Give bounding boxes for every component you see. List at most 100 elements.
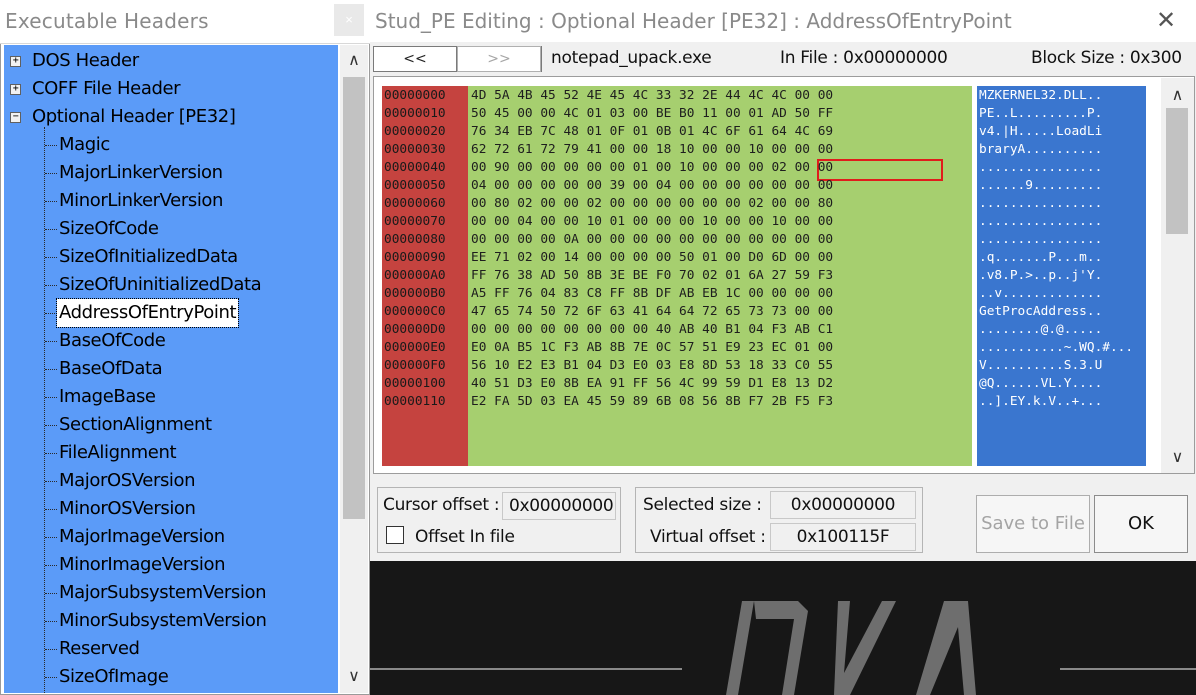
hex-byte-row[interactable]: A5 FF 76 04 83 C8 FF 8B DF AB EB 1C 00 0… bbox=[471, 285, 833, 303]
tree-item-label: AddressOfEntryPoint bbox=[55, 298, 240, 328]
tree-node[interactable]: − Optional Header [PE32] bbox=[4, 103, 338, 131]
tree-leaf[interactable]: SizeOfImage bbox=[4, 663, 338, 691]
scroll-down-arrow-icon[interactable]: ∨ bbox=[1161, 444, 1194, 472]
ascii-row[interactable]: GetProcAddress.. bbox=[979, 303, 1102, 321]
ascii-row[interactable]: ................ bbox=[979, 231, 1102, 249]
tree-leaf[interactable]: BaseOfData bbox=[4, 355, 338, 383]
scroll-down-arrow-icon[interactable]: ∨ bbox=[340, 663, 368, 691]
hex-address: 00000080 bbox=[384, 232, 446, 247]
tree-leaf[interactable]: MinorLinkerVersion bbox=[4, 187, 338, 215]
header-tree: + DOS Header + COFF File Header − Optional He… bbox=[4, 45, 338, 693]
ascii-row[interactable]: V..........S.3.U bbox=[979, 357, 1102, 375]
tree-scrollbar[interactable]: ∧ ∨ bbox=[340, 45, 368, 693]
hex-byte-row[interactable]: 62 72 61 72 79 41 00 00 18 10 00 00 10 0… bbox=[471, 141, 833, 159]
tree-leaf[interactable]: Magic bbox=[4, 131, 338, 159]
previous-block-button[interactable]: << bbox=[373, 46, 457, 72]
tree-item-label: MajorOSVersion bbox=[59, 470, 196, 491]
hex-byte-row[interactable]: 50 45 00 00 4C 01 03 00 BE B0 11 00 01 A… bbox=[471, 105, 833, 123]
hex-byte-row[interactable]: FF 76 38 AD 50 8B 3E BE F0 70 02 01 6A 2… bbox=[471, 267, 833, 285]
ascii-row[interactable]: .v8.P.>..p..j'Y. bbox=[979, 267, 1102, 285]
hex-byte-row[interactable]: 00 90 00 00 00 00 00 01 00 10 00 00 00 0… bbox=[471, 159, 833, 177]
ok-button[interactable]: OK bbox=[1094, 495, 1188, 553]
collapse-icon[interactable]: − bbox=[10, 112, 21, 123]
hex-byte-row[interactable]: E2 FA 5D 03 EA 45 59 89 6B 08 56 8B F7 2… bbox=[471, 393, 833, 411]
ascii-row[interactable]: MZKERNEL32.DLL.. bbox=[979, 87, 1102, 105]
hex-byte-row[interactable]: 00 00 04 00 00 10 01 00 00 00 10 00 00 1… bbox=[471, 213, 833, 231]
ascii-row[interactable]: ...........~.WQ.#... bbox=[979, 339, 1133, 357]
hex-byte-row[interactable]: 56 10 E2 E3 B1 04 D3 E0 03 E8 8D 53 18 3… bbox=[471, 357, 833, 375]
tree-connector bbox=[45, 313, 57, 314]
tree-leaf[interactable]: SizeOfInitializedData bbox=[4, 243, 338, 271]
tree-leaf[interactable]: Reserved bbox=[4, 635, 338, 663]
ascii-row[interactable]: braryA.......... bbox=[979, 141, 1102, 159]
expand-icon[interactable]: + bbox=[10, 56, 21, 67]
ascii-row[interactable]: ................ bbox=[979, 159, 1102, 177]
tree-leaf[interactable]: FileAlignment bbox=[4, 439, 338, 467]
tree-connector bbox=[45, 201, 57, 202]
selected-size-field[interactable]: 0x00000000 bbox=[770, 491, 916, 519]
ascii-row[interactable]: ..].EY.k.V..+... bbox=[979, 393, 1102, 411]
hex-address: 00000050 bbox=[384, 178, 446, 193]
virtual-offset-field[interactable]: 0x100115F bbox=[770, 523, 916, 551]
tree-leaf[interactable]: AddressOfEntryPoint bbox=[4, 298, 338, 328]
tree-connector bbox=[45, 369, 57, 370]
hex-bytes-column[interactable]: 4D 5A 4B 45 52 4E 45 4C 33 32 2E 44 4C 4… bbox=[468, 86, 972, 466]
cursor-offset-field[interactable]: 0x00000000 bbox=[502, 492, 616, 520]
tree-leaf[interactable]: SizeOfUninitializedData bbox=[4, 271, 338, 299]
tree-leaf[interactable]: MinorOSVersion bbox=[4, 495, 338, 523]
hex-byte-row[interactable]: 00 00 00 00 0A 00 00 00 00 00 00 00 00 0… bbox=[471, 231, 833, 249]
ascii-column[interactable]: MZKERNEL32.DLL.. PE..L.........P. v4.|H...… bbox=[977, 86, 1146, 466]
hex-byte-row[interactable]: E0 0A B5 1C F3 AB 8B 7E 0C 57 51 E9 23 E… bbox=[471, 339, 833, 357]
hex-byte-row[interactable]: 4D 5A 4B 45 52 4E 45 4C 33 32 2E 44 4C 4… bbox=[471, 87, 833, 105]
hex-byte-row[interactable]: 00 80 02 00 00 02 00 00 00 00 00 00 02 0… bbox=[471, 195, 833, 213]
tree-leaf[interactable]: MajorImageVersion bbox=[4, 523, 338, 551]
save-to-file-button[interactable]: Save to File bbox=[976, 495, 1090, 553]
ascii-row[interactable]: PE..L.........P. bbox=[979, 105, 1102, 123]
hex-scrollbar[interactable]: ∧ ∨ bbox=[1161, 78, 1194, 473]
hex-byte-row[interactable]: 47 65 74 50 72 6F 63 41 64 64 72 65 73 7… bbox=[471, 303, 833, 321]
hex-editor[interactable]: 00000000 00000010 00000020 00000030 00000040… bbox=[373, 76, 1195, 474]
tree-leaf[interactable]: MajorOSVersion bbox=[4, 467, 338, 495]
background-graphic bbox=[370, 561, 1196, 695]
scrollbar-thumb[interactable] bbox=[343, 77, 365, 519]
ascii-row[interactable]: ................ bbox=[979, 195, 1102, 213]
hex-byte-row[interactable]: EE 71 02 00 14 00 00 00 00 50 01 00 D0 6… bbox=[471, 249, 833, 267]
ascii-row[interactable]: ........@.@..... bbox=[979, 321, 1102, 339]
tree-leaf[interactable]: MinorSubsystemVersion bbox=[4, 607, 338, 635]
tree-leaf[interactable]: SectionAlignment bbox=[4, 411, 338, 439]
tree-leaf[interactable]: ImageBase bbox=[4, 383, 338, 411]
tree-leaf[interactable]: MajorSubsystemVersion bbox=[4, 579, 338, 607]
offset-in-file-label: Offset In file bbox=[415, 527, 515, 547]
ascii-row[interactable]: @Q......VL.Y.... bbox=[979, 375, 1102, 393]
tree-leaf[interactable]: SizeOfCode bbox=[4, 215, 338, 243]
tree-item-label: DOS Header bbox=[32, 50, 139, 71]
close-button[interactable]: × bbox=[334, 4, 364, 36]
next-block-button[interactable]: >> bbox=[457, 46, 541, 72]
hex-address: 00000070 bbox=[384, 214, 446, 229]
tree-node[interactable]: + DOS Header bbox=[4, 47, 338, 75]
close-icon[interactable]: ✕ bbox=[1150, 5, 1182, 37]
ascii-row[interactable]: ......9......... bbox=[979, 177, 1102, 195]
tree-leaf[interactable]: MinorImageVersion bbox=[4, 551, 338, 579]
expand-icon[interactable]: + bbox=[10, 84, 21, 95]
tree-node[interactable]: + COFF File Header bbox=[4, 75, 338, 103]
tree-item-label: SizeOfInitializedData bbox=[59, 246, 238, 267]
scroll-up-arrow-icon[interactable]: ∧ bbox=[340, 47, 368, 75]
hex-byte-row[interactable]: 00 00 00 00 00 00 00 00 40 AB 40 B1 04 F… bbox=[471, 321, 833, 339]
tree-item-label: SizeOfImage bbox=[59, 666, 169, 687]
selected-size-label: Selected size : bbox=[643, 495, 762, 515]
ascii-row[interactable]: v4.|H.....LoadLi bbox=[979, 123, 1102, 141]
ascii-row[interactable]: .q.......P...m.. bbox=[979, 249, 1102, 267]
scrollbar-thumb[interactable] bbox=[1166, 108, 1188, 234]
hex-byte-row[interactable]: 76 34 EB 7C 48 01 0F 01 0B 01 4C 6F 61 6… bbox=[471, 123, 833, 141]
ascii-row[interactable]: ..v............. bbox=[979, 285, 1102, 303]
ascii-row[interactable]: ................ bbox=[979, 213, 1102, 231]
block-size: Block Size : 0x300 bbox=[1031, 48, 1182, 68]
hex-address: 00000110 bbox=[384, 394, 446, 409]
tree-leaf[interactable]: MajorLinkerVersion bbox=[4, 159, 338, 187]
tree-leaf[interactable]: BaseOfCode bbox=[4, 327, 338, 355]
hex-byte-row[interactable]: 40 51 D3 E0 8B EA 91 FF 56 4C 99 59 D1 E… bbox=[471, 375, 833, 393]
offset-in-file-checkbox[interactable] bbox=[386, 526, 404, 544]
hex-byte-row[interactable]: 04 00 00 00 00 00 39 00 04 00 00 00 00 0… bbox=[471, 177, 833, 195]
scroll-up-arrow-icon[interactable]: ∧ bbox=[1161, 82, 1194, 110]
